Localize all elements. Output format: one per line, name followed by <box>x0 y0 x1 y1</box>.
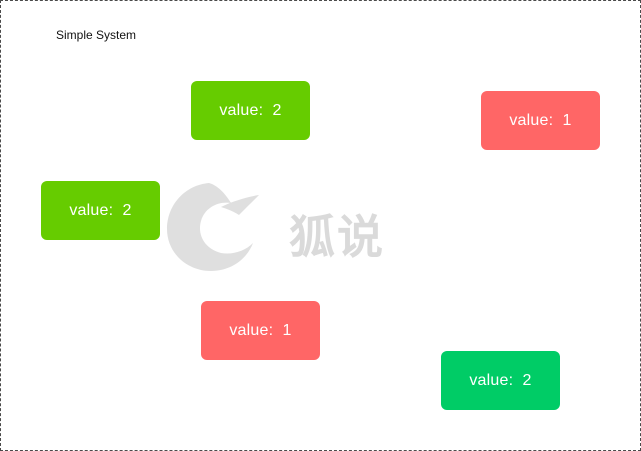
fox-logo-icon <box>167 183 259 271</box>
node-label: value: <box>69 201 114 219</box>
node-label: value: <box>469 371 514 389</box>
node-label: value: <box>219 101 264 119</box>
value-node[interactable]: value: 2 <box>191 81 310 140</box>
value-node[interactable]: value: 1 <box>201 301 320 360</box>
node-value: 1 <box>282 321 292 339</box>
node-value: 2 <box>272 101 282 119</box>
node-value: 2 <box>522 371 532 389</box>
value-node[interactable]: value: 2 <box>41 181 160 240</box>
node-label: value: <box>229 321 274 339</box>
value-node[interactable]: value: 2 <box>441 351 560 410</box>
node-label: value: <box>509 111 554 129</box>
value-node[interactable]: value: 1 <box>481 91 600 150</box>
node-value: 1 <box>562 111 572 129</box>
watermark: 狐说 <box>161 177 431 277</box>
watermark-text: 狐说 <box>289 210 385 264</box>
system-canvas: Simple System 狐说 value: 2 value: 1 value… <box>0 0 641 451</box>
system-title: Simple System <box>56 28 137 42</box>
node-value: 2 <box>122 201 132 219</box>
